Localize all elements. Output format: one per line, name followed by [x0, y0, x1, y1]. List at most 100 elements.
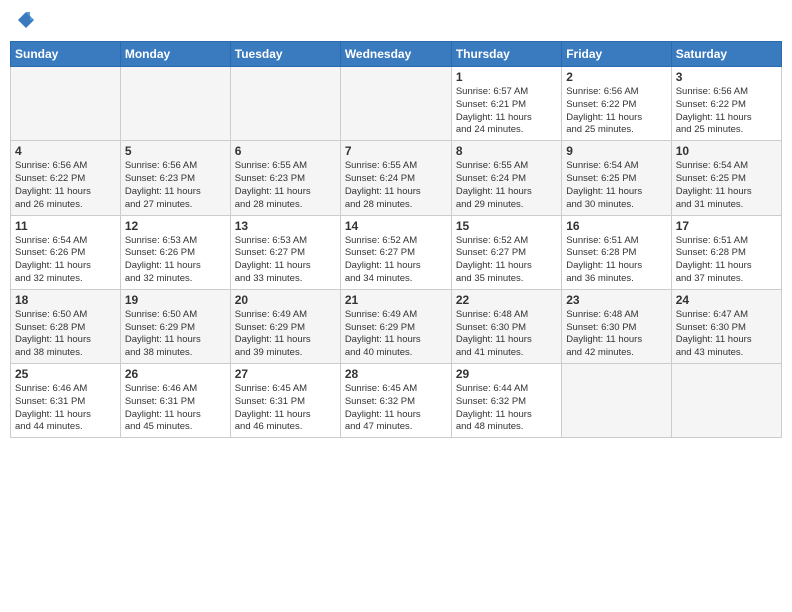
day-info: Sunrise: 6:56 AM Sunset: 6:23 PM Dayligh… [125, 160, 226, 211]
day-info: Sunrise: 6:50 AM Sunset: 6:29 PM Dayligh… [125, 309, 226, 360]
day-info: Sunrise: 6:56 AM Sunset: 6:22 PM Dayligh… [566, 86, 666, 137]
calendar-cell: 29 Sunrise: 6:44 AM Sunset: 6:32 PM Dayli… [451, 364, 561, 438]
calendar-cell: 20 Sunrise: 6:49 AM Sunset: 6:29 PM Dayli… [230, 289, 340, 363]
day-number: 1 [456, 70, 557, 84]
day-number: 14 [345, 219, 447, 233]
weekday-header-sunday: Sunday [11, 42, 121, 67]
day-number: 5 [125, 144, 226, 158]
calendar-cell: 2 Sunrise: 6:56 AM Sunset: 6:22 PM Daylig… [562, 67, 671, 141]
day-info: Sunrise: 6:50 AM Sunset: 6:28 PM Dayligh… [15, 309, 116, 360]
calendar-cell: 18 Sunrise: 6:50 AM Sunset: 6:28 PM Dayli… [11, 289, 121, 363]
day-info: Sunrise: 6:55 AM Sunset: 6:23 PM Dayligh… [235, 160, 336, 211]
calendar-cell [671, 364, 781, 438]
calendar-cell [562, 364, 671, 438]
calendar-cell: 21Sunrise: 6:49 AM Sunset: 6:29 PM Dayli… [340, 289, 451, 363]
calendar-cell: 12 Sunrise: 6:53 AM Sunset: 6:26 PM Dayli… [120, 215, 230, 289]
day-number: 13 [235, 219, 336, 233]
calendar-cell [120, 67, 230, 141]
calendar-cell: 8Sunrise: 6:55 AM Sunset: 6:24 PM Daylig… [451, 141, 561, 215]
day-info: Sunrise: 6:44 AM Sunset: 6:32 PM Dayligh… [456, 383, 557, 434]
day-number: 27 [235, 367, 336, 381]
day-number: 8 [456, 144, 557, 158]
page-header [10, 10, 782, 35]
day-number: 2 [566, 70, 666, 84]
calendar-cell: 22 Sunrise: 6:48 AM Sunset: 6:30 PM Dayli… [451, 289, 561, 363]
weekday-header-wednesday: Wednesday [340, 42, 451, 67]
day-info: Sunrise: 6:48 AM Sunset: 6:30 PM Dayligh… [456, 309, 557, 360]
calendar-header-row: SundayMondayTuesdayWednesdayThursdayFrid… [11, 42, 782, 67]
calendar-cell [11, 67, 121, 141]
day-number: 18 [15, 293, 116, 307]
day-number: 22 [456, 293, 557, 307]
calendar-cell: 27 Sunrise: 6:45 AM Sunset: 6:31 PM Dayli… [230, 364, 340, 438]
day-info: Sunrise: 6:45 AM Sunset: 6:32 PM Dayligh… [345, 383, 447, 434]
day-info: Sunrise: 6:49 AM Sunset: 6:29 PM Dayligh… [235, 309, 336, 360]
calendar-table: SundayMondayTuesdayWednesdayThursdayFrid… [10, 41, 782, 438]
calendar-cell: 7 Sunrise: 6:55 AM Sunset: 6:24 PM Daylig… [340, 141, 451, 215]
calendar-week-5: 25 Sunrise: 6:46 AM Sunset: 6:31 PM Dayli… [11, 364, 782, 438]
calendar-week-4: 18 Sunrise: 6:50 AM Sunset: 6:28 PM Dayli… [11, 289, 782, 363]
day-number: 12 [125, 219, 226, 233]
weekday-header-tuesday: Tuesday [230, 42, 340, 67]
day-number: 25 [15, 367, 116, 381]
calendar-cell: 28 Sunrise: 6:45 AM Sunset: 6:32 PM Dayli… [340, 364, 451, 438]
calendar-cell: 6 Sunrise: 6:55 AM Sunset: 6:23 PM Daylig… [230, 141, 340, 215]
weekday-header-saturday: Saturday [671, 42, 781, 67]
day-info: Sunrise: 6:46 AM Sunset: 6:31 PM Dayligh… [125, 383, 226, 434]
day-number: 21 [345, 293, 447, 307]
calendar-cell: 9Sunrise: 6:54 AM Sunset: 6:25 PM Daylig… [562, 141, 671, 215]
day-number: 9 [566, 144, 666, 158]
calendar-cell: 15Sunrise: 6:52 AM Sunset: 6:27 PM Dayli… [451, 215, 561, 289]
day-number: 6 [235, 144, 336, 158]
calendar-week-3: 11 Sunrise: 6:54 AM Sunset: 6:26 PM Dayli… [11, 215, 782, 289]
calendar-cell: 3 Sunrise: 6:56 AM Sunset: 6:22 PM Daylig… [671, 67, 781, 141]
day-number: 26 [125, 367, 226, 381]
day-number: 19 [125, 293, 226, 307]
day-number: 24 [676, 293, 777, 307]
day-info: Sunrise: 6:57 AM Sunset: 6:21 PM Dayligh… [456, 86, 557, 137]
day-info: Sunrise: 6:45 AM Sunset: 6:31 PM Dayligh… [235, 383, 336, 434]
day-info: Sunrise: 6:54 AM Sunset: 6:26 PM Dayligh… [15, 235, 116, 286]
day-info: Sunrise: 6:52 AM Sunset: 6:27 PM Dayligh… [456, 235, 557, 286]
day-number: 3 [676, 70, 777, 84]
day-number: 20 [235, 293, 336, 307]
calendar-week-2: 4 Sunrise: 6:56 AM Sunset: 6:22 PM Daylig… [11, 141, 782, 215]
day-info: Sunrise: 6:54 AM Sunset: 6:25 PM Dayligh… [676, 160, 777, 211]
day-info: Sunrise: 6:48 AM Sunset: 6:30 PM Dayligh… [566, 309, 666, 360]
day-info: Sunrise: 6:53 AM Sunset: 6:27 PM Dayligh… [235, 235, 336, 286]
day-number: 7 [345, 144, 447, 158]
logo [14, 10, 36, 35]
calendar-cell: 25 Sunrise: 6:46 AM Sunset: 6:31 PM Dayli… [11, 364, 121, 438]
calendar-cell: 11 Sunrise: 6:54 AM Sunset: 6:26 PM Dayli… [11, 215, 121, 289]
calendar-week-1: 1 Sunrise: 6:57 AM Sunset: 6:21 PM Daylig… [11, 67, 782, 141]
calendar-cell: 16 Sunrise: 6:51 AM Sunset: 6:28 PM Dayli… [562, 215, 671, 289]
calendar-cell: 24 Sunrise: 6:47 AM Sunset: 6:30 PM Dayli… [671, 289, 781, 363]
calendar-cell: 14 Sunrise: 6:52 AM Sunset: 6:27 PM Dayli… [340, 215, 451, 289]
calendar-cell: 26 Sunrise: 6:46 AM Sunset: 6:31 PM Dayli… [120, 364, 230, 438]
calendar-cell: 1 Sunrise: 6:57 AM Sunset: 6:21 PM Daylig… [451, 67, 561, 141]
day-info: Sunrise: 6:56 AM Sunset: 6:22 PM Dayligh… [15, 160, 116, 211]
day-number: 28 [345, 367, 447, 381]
calendar-cell: 5 Sunrise: 6:56 AM Sunset: 6:23 PM Daylig… [120, 141, 230, 215]
calendar-cell [230, 67, 340, 141]
day-info: Sunrise: 6:51 AM Sunset: 6:28 PM Dayligh… [566, 235, 666, 286]
day-number: 4 [15, 144, 116, 158]
day-info: Sunrise: 6:51 AM Sunset: 6:28 PM Dayligh… [676, 235, 777, 286]
day-info: Sunrise: 6:46 AM Sunset: 6:31 PM Dayligh… [15, 383, 116, 434]
day-info: Sunrise: 6:56 AM Sunset: 6:22 PM Dayligh… [676, 86, 777, 137]
day-number: 23 [566, 293, 666, 307]
day-number: 29 [456, 367, 557, 381]
calendar-cell: 23 Sunrise: 6:48 AM Sunset: 6:30 PM Dayli… [562, 289, 671, 363]
day-info: Sunrise: 6:55 AM Sunset: 6:24 PM Dayligh… [345, 160, 447, 211]
weekday-header-friday: Friday [562, 42, 671, 67]
day-info: Sunrise: 6:47 AM Sunset: 6:30 PM Dayligh… [676, 309, 777, 360]
calendar-cell: 17Sunrise: 6:51 AM Sunset: 6:28 PM Dayli… [671, 215, 781, 289]
day-info: Sunrise: 6:52 AM Sunset: 6:27 PM Dayligh… [345, 235, 447, 286]
calendar-cell: 13 Sunrise: 6:53 AM Sunset: 6:27 PM Dayli… [230, 215, 340, 289]
weekday-header-monday: Monday [120, 42, 230, 67]
day-number: 16 [566, 219, 666, 233]
calendar-cell: 10Sunrise: 6:54 AM Sunset: 6:25 PM Dayli… [671, 141, 781, 215]
day-info: Sunrise: 6:53 AM Sunset: 6:26 PM Dayligh… [125, 235, 226, 286]
calendar-cell: 4 Sunrise: 6:56 AM Sunset: 6:22 PM Daylig… [11, 141, 121, 215]
day-number: 11 [15, 219, 116, 233]
